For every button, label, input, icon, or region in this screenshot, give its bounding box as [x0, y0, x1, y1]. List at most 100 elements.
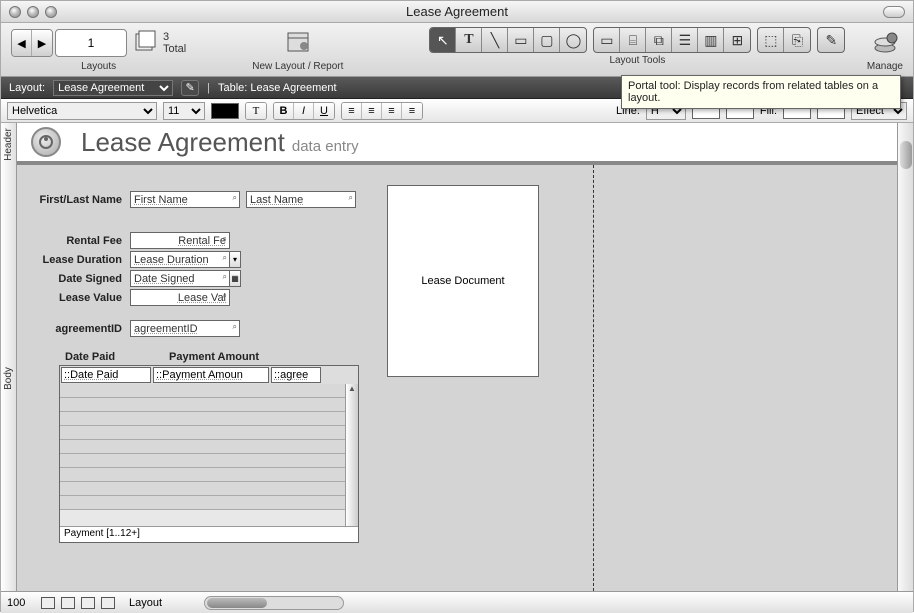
text-style-icon[interactable]: T: [246, 103, 266, 119]
align-right-icon[interactable]: ≡: [382, 103, 402, 119]
new-layout-button[interactable]: New Layout / Report: [252, 27, 343, 72]
mode-icon-2[interactable]: [101, 597, 115, 609]
page-break-line: [593, 165, 594, 591]
body-part-tab[interactable]: Body: [1, 165, 17, 591]
field-control-tool-icon[interactable]: ⌸: [620, 28, 646, 52]
total-label: Total: [163, 43, 186, 55]
minimize-window-icon[interactable]: [27, 6, 39, 18]
edit-layout-icon[interactable]: ✎: [181, 80, 199, 96]
align-justify-icon[interactable]: ≡: [402, 103, 422, 119]
zoom-out-icon[interactable]: [41, 597, 55, 609]
field-tool-icon[interactable]: ▭: [594, 28, 620, 52]
bold-icon[interactable]: B: [274, 103, 294, 119]
window-title: Lease Agreement: [406, 4, 508, 19]
calendar-icon[interactable]: ▦: [229, 270, 241, 287]
italic-icon[interactable]: I: [294, 103, 314, 119]
portal-row: [60, 398, 358, 412]
font-select[interactable]: Helvetica: [7, 102, 157, 120]
portal-date-paid-field[interactable]: ::Date Paid: [61, 367, 151, 383]
lease-value-label: Lease Value: [25, 292, 130, 304]
text-color-swatch[interactable]: [211, 103, 239, 119]
close-window-icon[interactable]: [9, 6, 21, 18]
align-left-icon[interactable]: ≡: [342, 103, 362, 119]
popover-tool-icon[interactable]: ⎘: [784, 28, 810, 52]
last-name-field[interactable]: Last Name⌕: [246, 191, 356, 208]
lookup-icon: ⌕: [233, 322, 237, 332]
lease-document-container[interactable]: Lease Document: [387, 185, 539, 377]
object-tools: ↖ T ╲ ▭ ▢ ◯: [429, 27, 587, 53]
records-stack-icon: [129, 27, 161, 59]
layout-body-part[interactable]: First/Last Name First Name⌕ Last Name⌕ R…: [17, 165, 897, 591]
format-painter-tool: ✎: [817, 27, 845, 53]
h-scroll-thumb[interactable]: [207, 598, 267, 608]
layout-workspace: Header Body Lease Agreement data entry F…: [1, 123, 913, 591]
toolbar-pill-icon[interactable]: [883, 6, 905, 18]
agreement-id-field[interactable]: agreementID⌕: [130, 320, 240, 337]
chart-tool-icon[interactable]: ▥: [698, 28, 724, 52]
portal-tool-icon[interactable]: ☰: [672, 28, 698, 52]
lookup-icon: ⌕: [223, 234, 227, 244]
total-count: 3: [163, 31, 186, 43]
portal-footer: Payment [1..12+]: [60, 526, 358, 542]
webviewer-tool-icon[interactable]: ⊞: [724, 28, 750, 52]
pointer-tool-icon[interactable]: ↖: [430, 28, 456, 52]
first-name-field[interactable]: First Name⌕: [130, 191, 240, 208]
lease-duration-field[interactable]: Lease Duration⌕: [130, 251, 230, 268]
portal-payment-amount-field[interactable]: ::Payment Amoun: [153, 367, 269, 383]
portal-row: [60, 454, 358, 468]
zoom-in-icon[interactable]: [61, 597, 75, 609]
horizontal-scrollbar[interactable]: [204, 596, 344, 610]
payment-amount-label: Payment Amount: [169, 351, 259, 363]
format-painter-icon[interactable]: ✎: [818, 28, 844, 52]
logo-icon: [31, 127, 61, 157]
lease-duration-label: Lease Duration: [25, 254, 130, 266]
rental-fee-label: Rental Fee: [25, 235, 130, 247]
next-record-icon[interactable]: ▶: [32, 30, 52, 56]
vertical-scrollbar[interactable]: [897, 123, 913, 591]
layout-select[interactable]: Lease Agreement: [53, 80, 173, 96]
portal-row: [60, 468, 358, 482]
portal-row: [60, 384, 358, 398]
portal-row: [60, 412, 358, 426]
portal-scrollbar[interactable]: [345, 384, 358, 526]
button-tool-icon[interactable]: ⬚: [758, 28, 784, 52]
new-layout-label: New Layout / Report: [252, 61, 343, 72]
table-label: Table: Lease Agreement: [218, 82, 337, 94]
layout-tools-label: Layout Tools: [609, 55, 665, 66]
text-tool-icon[interactable]: T: [456, 28, 482, 52]
font-size-select[interactable]: 11: [163, 102, 205, 120]
payments-portal[interactable]: ::Date Paid ::Payment Amoun ::agree Paym…: [59, 365, 359, 543]
dropdown-icon[interactable]: ▾: [229, 251, 241, 268]
manage-icon: [869, 27, 901, 59]
scrollbar-thumb[interactable]: [900, 141, 912, 169]
underline-icon[interactable]: U: [314, 103, 334, 119]
portal-agreement-field[interactable]: ::agree: [271, 367, 321, 383]
agreement-id-label: agreementID: [25, 323, 130, 335]
portal-row: [60, 426, 358, 440]
date-signed-field[interactable]: Date Signed⌕: [130, 270, 230, 287]
portal-row: [60, 482, 358, 496]
record-number-display[interactable]: 1: [55, 29, 127, 57]
mode-label: Layout: [129, 597, 162, 609]
rect-tool-icon[interactable]: ▭: [508, 28, 534, 52]
manage-button[interactable]: Manage: [867, 27, 903, 72]
prev-record-icon[interactable]: ◀: [12, 30, 32, 56]
line-tool-icon[interactable]: ╲: [482, 28, 508, 52]
portal-row: [60, 496, 358, 510]
rounded-rect-tool-icon[interactable]: ▢: [534, 28, 560, 52]
portal-row: [60, 440, 358, 454]
header-part-tab[interactable]: Header: [1, 123, 17, 165]
zoom-window-icon[interactable]: [45, 6, 57, 18]
mode-icon-1[interactable]: [81, 597, 95, 609]
name-label: First/Last Name: [25, 194, 130, 206]
oval-tool-icon[interactable]: ◯: [560, 28, 586, 52]
align-center-icon[interactable]: ≡: [362, 103, 382, 119]
record-nav[interactable]: ◀ ▶: [11, 29, 53, 57]
lease-value-field[interactable]: Lease Val⌕: [130, 289, 230, 306]
status-bar: 100 Layout: [1, 591, 913, 613]
date-signed-label: Date Signed: [25, 273, 130, 285]
rental-fee-field[interactable]: Rental Fe⌕: [130, 232, 230, 249]
tab-control-tool-icon[interactable]: ⧉: [646, 28, 672, 52]
zoom-value[interactable]: 100: [7, 597, 35, 609]
page-subtitle: data entry: [292, 138, 359, 155]
